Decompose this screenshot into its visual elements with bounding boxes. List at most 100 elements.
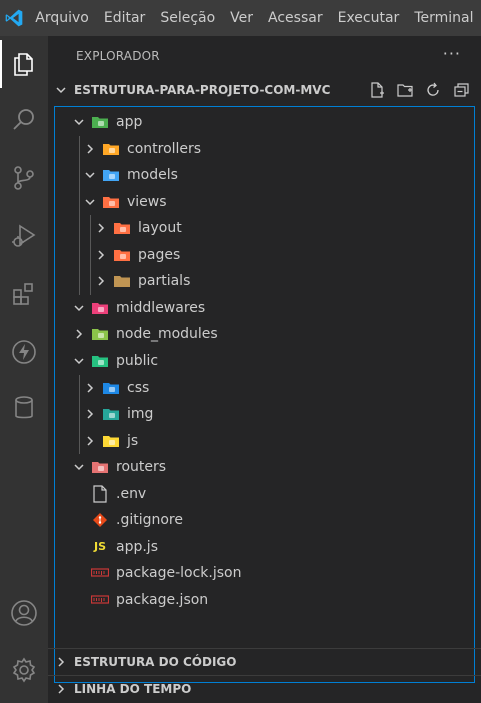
chevron-right-icon [48, 656, 74, 668]
tree-folder-row[interactable]: middlewares [55, 295, 474, 321]
tree-folder-row[interactable]: views [55, 189, 474, 215]
account-icon[interactable] [0, 589, 48, 637]
tree-folder-row[interactable]: models [55, 162, 474, 188]
tree-item-label: package-lock.json [116, 565, 242, 582]
tree-item-label: .env [116, 485, 147, 502]
run-debug-icon[interactable] [0, 212, 48, 260]
vscode-logo-icon[interactable] [0, 0, 28, 36]
npm-icon [91, 564, 109, 582]
tree-folder-row[interactable]: app [55, 109, 474, 135]
tree-item-label: routers [116, 459, 167, 476]
tree-file-row[interactable]: package.json [55, 587, 474, 613]
tree-item-label: controllers [127, 140, 202, 157]
file-icon [91, 485, 109, 503]
tree-folder-row[interactable]: public [55, 348, 474, 374]
folder-models-icon [102, 166, 120, 184]
timeline-section-label: LINHA DO TEMPO [74, 682, 192, 696]
tree-file-row[interactable]: .env [55, 481, 474, 507]
twistie-spacer [71, 592, 87, 608]
chevron-down-icon [82, 194, 98, 210]
tree-item-label: .gitignore [116, 512, 183, 529]
menu-bar: Arquivo Editar Seleção Ver Acessar Executar Te… [28, 0, 481, 36]
folder-middlewares-icon [91, 299, 109, 317]
explorer-sidebar: EXPLORADOR ··· ESTRUTURA-PARA-PROJETO-CO… [48, 36, 481, 703]
tree-folder-row[interactable]: routers [55, 454, 474, 480]
tree-folder-row[interactable]: img [55, 401, 474, 427]
indent-guide [79, 135, 80, 295]
explorer-icon[interactable] [0, 40, 48, 88]
project-folder-name: ESTRUTURA-PARA-PROJETO-COM-MVC [74, 83, 331, 97]
indent-guide [90, 215, 91, 295]
tree-item-label: node_modules [116, 326, 218, 343]
folder-app-icon [91, 113, 109, 131]
collapse-all-icon[interactable] [451, 80, 471, 100]
tree-folder-row[interactable]: node_modules [55, 321, 474, 347]
tree-file-row[interactable]: package-lock.json [55, 560, 474, 586]
menu-item-ver[interactable]: Ver [223, 0, 261, 36]
folder-icon [113, 272, 131, 290]
tree-item-label: middlewares [116, 299, 206, 316]
chevron-down-icon [71, 353, 87, 369]
chevron-down-icon [71, 114, 87, 130]
tree-folder-row[interactable]: js [55, 428, 474, 454]
chevron-down-icon [71, 300, 87, 316]
js-icon: JS [91, 538, 109, 556]
folder-css-icon [102, 379, 120, 397]
tree-item-label: img [127, 406, 154, 423]
chevron-right-icon [82, 406, 98, 422]
tree-folder-row[interactable]: layout [55, 215, 474, 241]
extensions-icon[interactable] [0, 270, 48, 318]
activity-bar [0, 36, 48, 703]
thunder-client-icon[interactable] [0, 328, 48, 376]
folder-public-icon [91, 352, 109, 370]
new-folder-icon[interactable] [395, 80, 415, 100]
tree-file-row[interactable]: JS app.js [55, 534, 474, 560]
refresh-icon[interactable] [423, 80, 443, 100]
chevron-right-icon [82, 433, 98, 449]
js-badge: JS [93, 540, 106, 554]
settings-gear-icon[interactable] [0, 646, 48, 694]
menu-item-executar[interactable]: Executar [330, 0, 407, 36]
twistie-spacer [71, 565, 87, 581]
tree-file-row[interactable]: .gitignore [55, 507, 474, 533]
file-tree: app controllers models views layout pages part… [54, 106, 475, 683]
new-file-icon[interactable] [367, 80, 387, 100]
tree-folder-row[interactable]: controllers [55, 136, 474, 162]
source-control-icon[interactable] [0, 154, 48, 202]
explorer-title: EXPLORADOR [76, 49, 160, 63]
folder-js-icon [102, 432, 120, 450]
folder-routes-icon [91, 458, 109, 476]
menu-item-terminal[interactable]: Terminal [407, 0, 481, 36]
tree-item-label: models [127, 167, 178, 184]
menu-item-arquivo[interactable]: Arquivo [28, 0, 97, 36]
folder-images-icon [102, 405, 120, 423]
chevron-right-icon [93, 273, 109, 289]
indent-guide [79, 374, 80, 455]
timeline-section-header[interactable]: LINHA DO TEMPO [48, 676, 481, 702]
twistie-spacer [71, 539, 87, 555]
tree-folder-row[interactable]: css [55, 375, 474, 401]
git-icon [91, 511, 109, 529]
chevron-down-icon [71, 459, 87, 475]
tree-item-label: app [116, 114, 143, 130]
tree-item-label: public [116, 352, 159, 369]
menu-item-acessar[interactable]: Acessar [261, 0, 331, 36]
chevron-down-icon [82, 167, 98, 183]
tree-item-label: css [127, 379, 150, 396]
database-icon[interactable] [0, 384, 48, 432]
search-icon[interactable] [0, 96, 48, 144]
tree-folder-row[interactable]: pages [55, 242, 474, 268]
chevron-right-icon [82, 141, 98, 157]
menu-item-editar[interactable]: Editar [96, 0, 152, 36]
tree-item-label: partials [138, 273, 191, 290]
more-actions-button[interactable]: ··· [443, 44, 461, 63]
project-folder-header[interactable]: ESTRUTURA-PARA-PROJETO-COM-MVC [48, 77, 481, 103]
chevron-right-icon [48, 683, 74, 695]
folder-controllers-icon [102, 140, 120, 158]
tree-folder-row[interactable]: partials [55, 268, 474, 294]
chevron-right-icon [82, 380, 98, 396]
chevron-right-icon [71, 326, 87, 342]
outline-section-header[interactable]: ESTRUTURA DO CÓDIGO [48, 649, 481, 675]
menu-item-selecao[interactable]: Seleção [153, 0, 223, 36]
project-actions [367, 80, 471, 100]
